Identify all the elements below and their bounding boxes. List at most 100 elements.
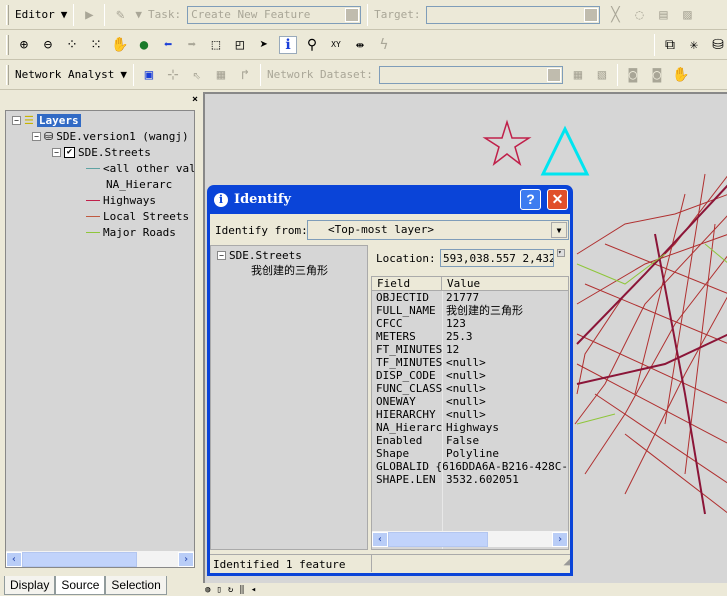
attribute-row[interactable]: FULL_NAME 我创建的三角形: [372, 304, 568, 317]
collapse-icon[interactable]: −: [217, 251, 226, 260]
scroll-thumb[interactable]: [388, 531, 488, 547]
forward-arrow-icon[interactable]: ➡: [183, 36, 201, 54]
horizontal-scrollbar[interactable]: ‹ ›: [6, 551, 194, 567]
zoom-layer-icon[interactable]: ◙: [624, 66, 642, 84]
pan-layer-icon[interactable]: ✋: [672, 66, 690, 84]
column-header-value[interactable]: Value: [442, 277, 480, 290]
attribute-row[interactable]: FUNC_CLASS <null>: [372, 382, 568, 395]
network-analyst-window-icon[interactable]: ▣: [140, 66, 158, 84]
find-binoculars-icon[interactable]: ⚲: [303, 36, 321, 54]
back-arrow-icon[interactable]: ⬅: [159, 36, 177, 54]
tab-source[interactable]: Source: [55, 576, 106, 595]
attribute-row[interactable]: DISP_CODE <null>: [372, 369, 568, 382]
attribute-row[interactable]: ONEWAY <null>: [372, 395, 568, 408]
attribute-row[interactable]: TF_MINUTES <null>: [372, 356, 568, 369]
fixed-zoom-out-icon[interactable]: ⁙: [87, 36, 105, 54]
catalog-icon[interactable]: ✳: [685, 36, 703, 54]
toolbar-grip[interactable]: [6, 64, 9, 85]
chevron-down-icon[interactable]: ▼: [61, 8, 68, 21]
network-analyst-menu[interactable]: Network Analyst: [15, 68, 114, 81]
identify-from-select[interactable]: <Top-most layer> ▼: [307, 220, 569, 240]
network-dataset-select[interactable]: [378, 65, 563, 84]
network-properties-icon[interactable]: ▧: [593, 66, 611, 84]
attribute-row[interactable]: FT_MINUTES 12: [372, 343, 568, 356]
editor-menu[interactable]: Editor: [15, 8, 55, 21]
solve-grid-icon[interactable]: ▦: [212, 66, 230, 84]
scroll-right-icon[interactable]: ›: [552, 531, 568, 547]
directions-icon[interactable]: ↱: [236, 66, 254, 84]
attribute-row[interactable]: HIERARCHY <null>: [372, 408, 568, 421]
create-location-icon[interactable]: ⊹: [164, 66, 182, 84]
sketch-properties-icon[interactable]: ▨: [678, 6, 696, 24]
layers-node[interactable]: − ☰ Layers: [12, 114, 81, 127]
full-extent-globe-icon[interactable]: ●: [135, 36, 153, 54]
scroll-left-icon[interactable]: ‹: [6, 551, 22, 567]
scroll-thumb[interactable]: [22, 551, 137, 567]
attribute-row[interactable]: Shape Polyline: [372, 447, 568, 460]
chevron-down-icon[interactable]: ▼: [120, 68, 127, 81]
location-field[interactable]: 593,038.557 2,432: [440, 249, 554, 267]
close-icon[interactable]: ×: [192, 94, 198, 105]
toc-icon[interactable]: ⧉: [661, 36, 679, 54]
attribute-row[interactable]: OBJECTID 21777: [372, 291, 568, 304]
close-button[interactable]: ✕: [547, 189, 568, 210]
attribute-row[interactable]: SHAPE.LEN 3532.602051: [372, 473, 568, 486]
build-network-icon[interactable]: ▦: [569, 66, 587, 84]
resize-grip-icon[interactable]: ◢: [563, 555, 570, 572]
dropdown-button[interactable]: [584, 7, 599, 22]
add-data-icon[interactable]: ⛁: [709, 36, 727, 54]
toolbar-grip[interactable]: [6, 4, 9, 25]
collapse-icon[interactable]: −: [52, 148, 61, 157]
zoom-layer2-icon[interactable]: ◙: [648, 66, 666, 84]
fixed-zoom-in-icon[interactable]: ⁘: [63, 36, 81, 54]
attribute-row[interactable]: METERS 25.3: [372, 330, 568, 343]
location-units-button[interactable]: ▾: [557, 249, 565, 257]
edit-tool-icon[interactable]: ▶: [80, 6, 98, 24]
hyperlink-icon[interactable]: ϟ: [375, 36, 393, 54]
task-select[interactable]: Create New Feature: [187, 5, 362, 24]
layout-view-icon[interactable]: ▯: [216, 585, 221, 595]
dialog-titlebar[interactable]: i Identify ? ✕: [210, 185, 570, 214]
tab-selection[interactable]: Selection: [105, 576, 167, 595]
tab-display[interactable]: Display: [4, 576, 56, 595]
chevron-down-icon[interactable]: ▼: [551, 222, 567, 238]
layer-visibility-checkbox[interactable]: ✔: [64, 147, 75, 158]
pause-icon[interactable]: ‖: [239, 585, 244, 595]
help-button[interactable]: ?: [520, 189, 541, 210]
refresh-icon[interactable]: ↻: [228, 585, 233, 595]
chevron-down-icon[interactable]: ▼: [135, 8, 142, 21]
result-feature-node[interactable]: 我创建的三角形: [251, 262, 328, 278]
clear-selection-icon[interactable]: ◰: [231, 36, 249, 54]
attributes-icon[interactable]: ▤: [654, 6, 672, 24]
rotate-tool-icon[interactable]: ◌: [630, 6, 648, 24]
scroll-right-icon[interactable]: ›: [178, 551, 194, 567]
identify-icon[interactable]: ℹ: [279, 35, 297, 54]
measure-icon[interactable]: ⇹: [351, 36, 369, 54]
pan-icon[interactable]: ✋: [111, 36, 129, 54]
attribute-row[interactable]: Enabled False: [372, 434, 568, 447]
scroll-left-icon[interactable]: ◂: [251, 585, 256, 595]
collapse-icon[interactable]: −: [32, 132, 41, 141]
target-select[interactable]: [426, 5, 601, 24]
dropdown-button[interactable]: [345, 7, 360, 22]
select-features-icon[interactable]: ⬚: [207, 36, 225, 54]
layer-node[interactable]: − ✔ SDE.Streets: [52, 146, 151, 159]
result-layer-node[interactable]: − SDE.Streets: [217, 249, 302, 262]
toolbar-grip[interactable]: [6, 34, 9, 55]
column-header-field[interactable]: Field: [372, 277, 442, 290]
attribute-row[interactable]: NA_Hierarc Highways: [372, 421, 568, 434]
split-tool-icon[interactable]: ╳: [606, 6, 624, 24]
sketch-tool-icon[interactable]: ✎: [111, 6, 129, 24]
zoom-in-icon[interactable]: ⊕: [15, 36, 33, 54]
dropdown-button[interactable]: [546, 67, 561, 82]
select-location-icon[interactable]: ⇖: [188, 66, 206, 84]
collapse-icon[interactable]: −: [12, 116, 21, 125]
scroll-left-icon[interactable]: ‹: [372, 531, 388, 547]
horizontal-scrollbar[interactable]: ‹ ›: [372, 531, 568, 547]
go-to-xy-icon[interactable]: XY: [327, 36, 345, 54]
workspace-node[interactable]: − ⛁ SDE.version1 (wangj): [32, 130, 189, 143]
attribute-row[interactable]: GLOBALID {616DDA6A-B216-428C-: [372, 460, 568, 473]
select-elements-icon[interactable]: ➤: [255, 36, 273, 54]
attribute-row[interactable]: CFCC 123: [372, 317, 568, 330]
zoom-out-icon[interactable]: ⊖: [39, 36, 57, 54]
